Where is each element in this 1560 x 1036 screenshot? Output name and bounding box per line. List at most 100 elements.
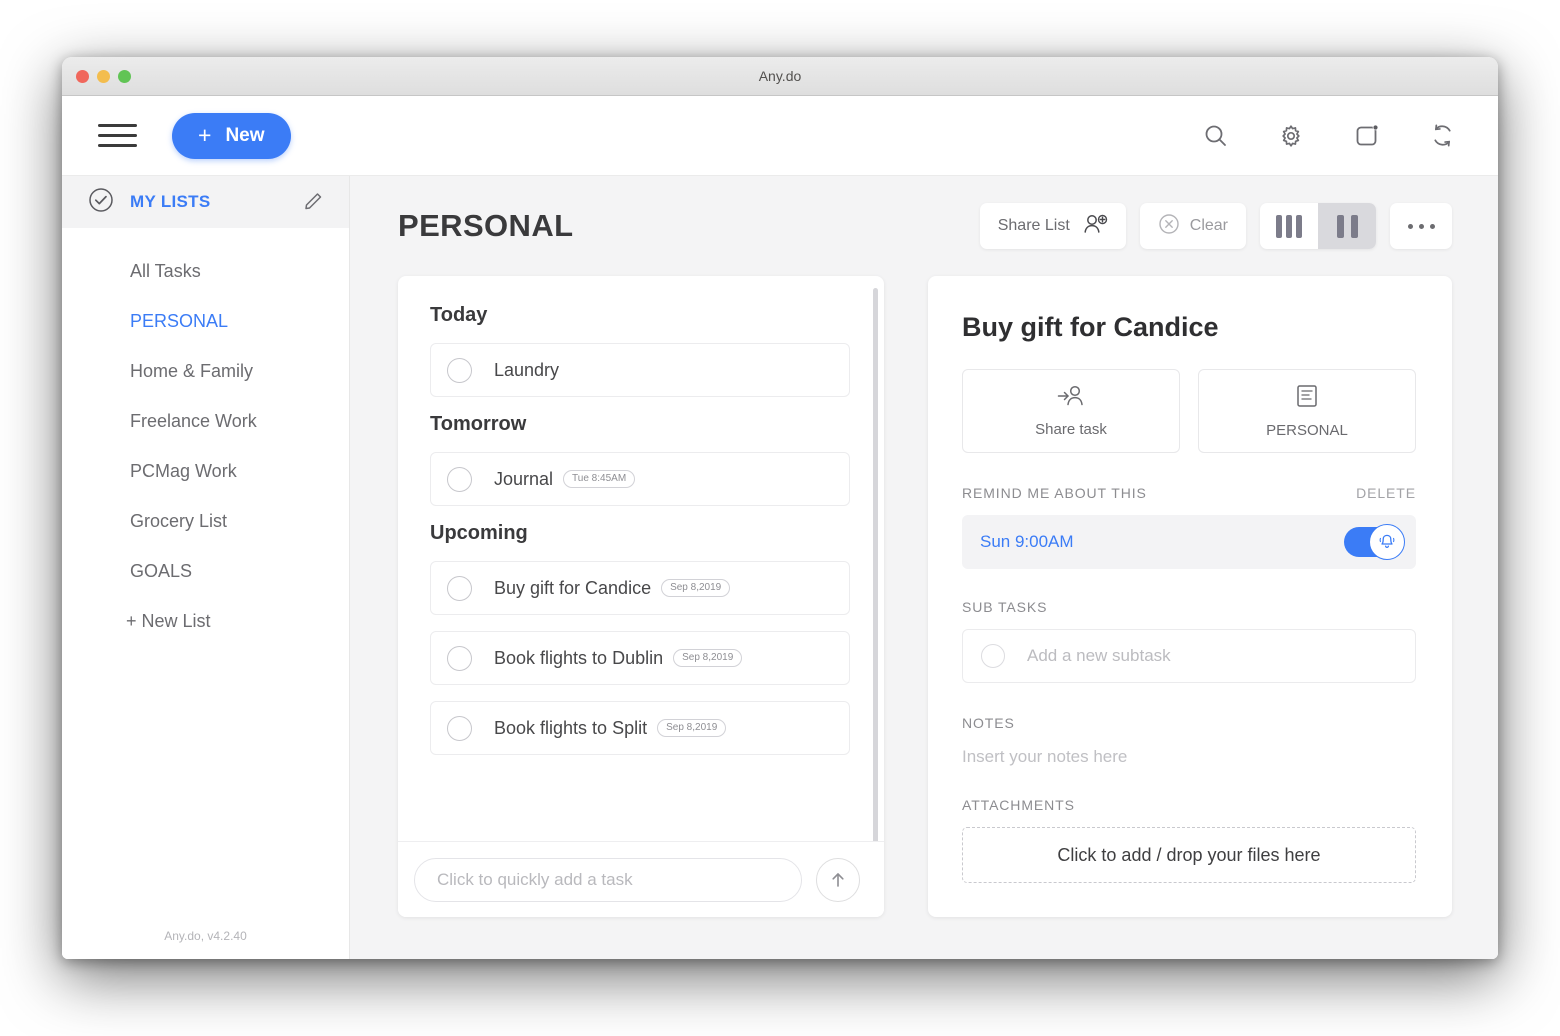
more-dot (1429, 223, 1435, 229)
clear-button[interactable]: Clear (1139, 203, 1246, 249)
task-list-label: PERSONAL (1266, 422, 1348, 439)
page-title: PERSONAL (398, 208, 574, 243)
task-text: Book flights to Dublin (494, 647, 664, 668)
sidebar-item-freelance-work[interactable]: Freelance Work (62, 396, 349, 446)
task-label: Laundry (494, 359, 560, 380)
sidebar: MY LISTS All Tasks PERSONAL Home & Famil… (62, 176, 350, 959)
task-checkbox[interactable] (447, 575, 472, 601)
sidebar-item-personal[interactable]: PERSONAL (62, 296, 349, 346)
check-circle-icon (88, 187, 114, 218)
attachment-dropzone[interactable]: Click to add / drop your files here (962, 827, 1416, 883)
edit-pencil-icon[interactable] (303, 189, 325, 216)
new-task-button[interactable]: + New (172, 112, 291, 159)
task-label: Book flights to Dublin Sep 8,2019 (494, 647, 743, 669)
delete-reminder-button[interactable]: DELETE (1356, 485, 1416, 501)
sidebar-new-list-button[interactable]: + New List (62, 596, 349, 646)
reminder-section-label: REMIND ME ABOUT THIS DELETE (962, 485, 1416, 501)
sidebar-item-goals[interactable]: GOALS (62, 546, 349, 596)
main-content: PERSONAL Share List Clear Today Laundry … (350, 176, 1498, 959)
sidebar-header-label: MY LISTS (130, 192, 211, 211)
table-row[interactable]: Journal Tue 8:45AM (430, 452, 850, 506)
remind-label: REMIND ME ABOUT THIS (962, 485, 1147, 501)
detail-action-chips: Share task PERSONAL (962, 369, 1416, 453)
plus-icon: + (198, 122, 212, 148)
share-list-button[interactable]: Share List (979, 203, 1126, 249)
content-columns: Today Laundry Tomorrow Journal Tue 8:45A… (398, 276, 1452, 959)
share-task-label: Share task (1035, 421, 1107, 438)
reminder-time[interactable]: Sun 9:00AM (980, 532, 1074, 552)
new-task-label: New (225, 124, 265, 146)
sidebar-item-grocery-list[interactable]: Grocery List (62, 496, 349, 546)
more-dot (1407, 223, 1413, 229)
sidebar-item-home-family[interactable]: Home & Family (62, 346, 349, 396)
window-titlebar: Any.do (62, 57, 1498, 96)
close-circle-icon (1158, 213, 1180, 240)
table-row[interactable]: Book flights to Dublin Sep 8,2019 (430, 631, 850, 685)
task-checkbox[interactable] (447, 357, 472, 383)
window-controls (76, 69, 131, 83)
main-header-actions: Share List Clear (979, 203, 1452, 249)
menu-icon[interactable] (98, 121, 138, 151)
section-title-upcoming: Upcoming (430, 522, 528, 544)
more-options-button[interactable] (1390, 203, 1452, 249)
task-date-badge: Sep 8,2019 (673, 649, 743, 667)
more-dot (1418, 223, 1424, 229)
reminder-toggle[interactable] (1344, 524, 1405, 560)
app-toolbar: + New (62, 96, 1498, 176)
subtask-checkbox[interactable] (981, 644, 1005, 668)
section-title-today: Today (430, 304, 488, 326)
task-label: Journal Tue 8:45AM (494, 469, 636, 490)
task-checkbox[interactable] (447, 645, 472, 671)
task-list-card: Today Laundry Tomorrow Journal Tue 8:45A… (398, 276, 884, 917)
clear-label: Clear (1189, 217, 1228, 234)
toolbar-actions (1203, 122, 1456, 150)
add-person-icon (1082, 213, 1108, 240)
notes-input[interactable]: Insert your notes here (962, 747, 1416, 767)
submit-task-button[interactable] (816, 857, 860, 902)
app-version-label: Any.do, v4.2.40 (164, 929, 247, 943)
share-list-label: Share List (997, 217, 1070, 234)
minimize-window-button[interactable] (97, 69, 110, 83)
share-task-button[interactable]: Share task (962, 369, 1180, 453)
gear-icon[interactable] (1277, 122, 1305, 150)
task-date-badge: Tue 8:45AM (563, 470, 636, 488)
list-document-icon (1294, 383, 1320, 413)
quick-add-input[interactable] (414, 857, 802, 902)
quick-add-bar (398, 841, 884, 917)
task-label: Book flights to Split Sep 8,2019 (494, 718, 727, 739)
two-column-view-button[interactable] (1318, 203, 1376, 249)
maximize-window-button[interactable] (118, 69, 131, 83)
task-date-badge: Sep 8,2019 (661, 579, 731, 597)
task-label: Buy gift for Candice Sep 8,2019 (494, 577, 731, 599)
search-icon[interactable] (1203, 123, 1229, 149)
table-row[interactable]: Book flights to Split Sep 8,2019 (430, 701, 850, 755)
sidebar-my-lists-header[interactable]: MY LISTS (62, 176, 349, 228)
scrollbar[interactable] (873, 288, 878, 841)
sidebar-item-all-tasks[interactable]: All Tasks (62, 246, 349, 296)
two-column-icon (1336, 214, 1358, 238)
app-window: Any.do + New MY LISTS All Tasks PERSONAL… (62, 57, 1498, 959)
task-checkbox[interactable] (447, 715, 472, 741)
section-title-tomorrow: Tomorrow (430, 413, 527, 435)
notification-icon[interactable] (1353, 122, 1381, 150)
app-body: MY LISTS All Tasks PERSONAL Home & Famil… (62, 176, 1498, 959)
task-list-scroll: Today Laundry Tomorrow Journal Tue 8:45A… (398, 276, 884, 841)
table-row[interactable]: Buy gift for Candice Sep 8,2019 (430, 561, 850, 615)
share-task-icon (1056, 384, 1086, 412)
add-subtask-row[interactable]: Add a new subtask (962, 629, 1416, 683)
task-text: Buy gift for Candice (494, 577, 652, 598)
table-row[interactable]: Laundry (430, 343, 850, 397)
sync-icon[interactable] (1429, 122, 1456, 149)
sidebar-item-pcmag-work[interactable]: PCMag Work (62, 446, 349, 496)
task-detail-panel: Buy gift for Candice Share task PERSONAL… (928, 276, 1452, 917)
three-column-view-button[interactable] (1260, 203, 1318, 249)
attachments-section-label: ATTACHMENTS (962, 797, 1075, 813)
bell-icon (1369, 524, 1405, 560)
three-column-icon (1276, 214, 1302, 238)
subtask-placeholder: Add a new subtask (1027, 646, 1171, 665)
subtasks-section-label: SUB TASKS (962, 599, 1048, 615)
task-list-button[interactable]: PERSONAL (1198, 369, 1416, 453)
close-window-button[interactable] (76, 69, 89, 83)
sidebar-nav: All Tasks PERSONAL Home & Family Freelan… (62, 228, 349, 646)
task-checkbox[interactable] (447, 466, 472, 492)
